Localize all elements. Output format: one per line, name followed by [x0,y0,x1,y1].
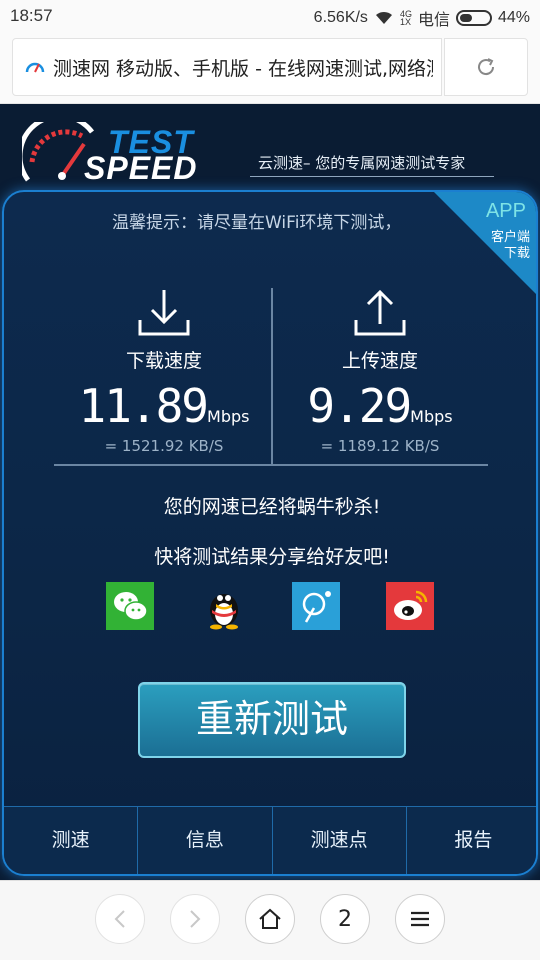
weibo-icon [394,590,428,620]
upload-label: 上传速度 [341,350,418,372]
url-field[interactable]: 测速网 移动版、手机版 - 在线网速测试,网络测速 [12,38,442,96]
share-qzone-button[interactable] [292,582,340,630]
upload-icon [354,289,406,336]
upload-kbps: = 1189.12 KB/S [320,437,440,455]
status-time: 18:57 [10,6,53,25]
home-button[interactable] [245,894,295,944]
tab-report[interactable]: 报告 [407,807,536,874]
share-prompt: 快将测试结果分享给好友吧! [154,546,390,568]
tab-test-nodes[interactable]: 测速点 [273,807,407,874]
forward-button[interactable] [170,894,220,944]
site-slogan: 云测速– 您的专属网速测试专家 [258,154,466,172]
site-header: TEST SPEED 云测速– 您的专属网速测试专家 [0,104,540,188]
share-qq-button[interactable] [200,582,248,630]
download-label: 下载速度 [125,350,202,372]
home-icon [259,908,281,929]
web-page: TEST SPEED 云测速– 您的专属网速测试专家 温馨提示：请尽量在WiFi… [0,104,540,880]
status-right: 6.56K/s 4G 1X 电信 44% [314,6,530,30]
slogan-underline [250,176,494,177]
chevron-left-icon [114,910,125,928]
reload-icon [478,58,495,76]
retest-button[interactable]: 重新测试 [138,682,406,758]
network-speed: 6.56K/s [313,9,368,26]
status-bar: 18:57 6.56K/s 4G 1X 电信 44% [0,0,540,32]
download-kbps: = 1521.92 KB/S [104,437,224,455]
download-mbps: 11.89 [78,379,209,433]
upload-mbps: 9.29 [307,379,412,433]
app-download-corner[interactable]: APP 客户端 下载 [432,192,536,296]
qq-icon [210,594,238,630]
tab-count: 2 [338,906,352,932]
share-weibo-button[interactable] [386,582,434,630]
signal-type: 4G 1X [399,10,412,27]
upload-value: 9.29Mbps [272,379,488,433]
tab-info[interactable]: 信息 [138,807,273,874]
download-value: 11.89Mbps [56,379,272,433]
download-icon [138,290,190,336]
download-unit: Mbps [207,407,250,426]
chevron-right-icon [190,910,201,928]
back-button[interactable] [95,894,145,944]
page-title: 测速网 移动版、手机版 - 在线网速测试,网络测速 [53,57,433,80]
tabs-button[interactable]: 2 [320,894,370,944]
page-tab-bar: 测速 信息 测速点 报告 [4,806,536,874]
corner-app-label: APP [485,200,526,222]
share-wechat-button[interactable] [106,582,154,630]
battery-icon [455,10,492,26]
site-favicon-icon [25,62,45,73]
corner-download-label: 下载 [503,246,530,261]
carrier-name: 电信 [417,12,450,29]
battery-level: 44% [497,9,530,26]
menu-button[interactable] [395,894,445,944]
tab-speed-test[interactable]: 测速 [4,807,139,874]
qzone-icon [302,591,331,623]
wechat-icon [114,592,148,621]
logo-speed-text: SPEED [84,150,198,186]
upload-unit: Mbps [410,407,453,426]
signal-bottom: 1X [399,17,411,27]
address-bar: 测速网 移动版、手机版 - 在线网速测试,网络测速 [0,32,540,104]
upload-speed-block: 上传速度 9.29Mbps = 1189.12 KB/S [272,288,488,455]
speed-divider-horizontal [54,464,488,466]
result-message: 您的网速已经将蜗牛秒杀! [163,496,381,518]
menu-icon [411,911,429,927]
reload-button[interactable] [444,38,528,96]
browser-bottom-bar: 2 [0,880,540,960]
tip-text: 温馨提示：请尽量在WiFi环境下测试， [112,213,402,233]
speed-result-panel: 温馨提示：请尽量在WiFi环境下测试， APP 客户端 下载 下载速度 11.8… [2,190,538,876]
wifi-icon [375,11,392,24]
download-speed-block: 下载速度 11.89Mbps = 1521.92 KB/S [56,288,272,455]
